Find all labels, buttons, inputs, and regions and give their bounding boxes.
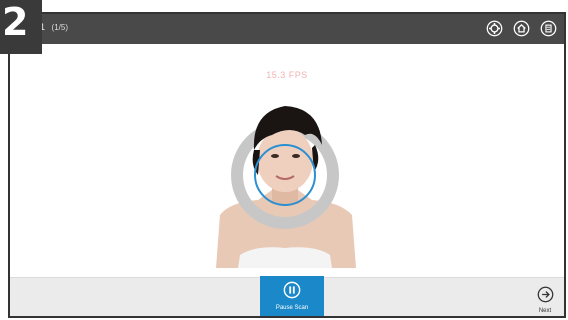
top-bar: 1 (1/5): [10, 14, 564, 44]
arrow-right-icon: [537, 286, 553, 303]
step-indicator: 1 (1/5): [40, 22, 68, 32]
pause-scan-label: Pause Scan: [275, 305, 309, 311]
step-badge: 2: [0, 0, 42, 54]
home-icon[interactable]: [512, 19, 531, 38]
scan-viewport: [210, 90, 360, 280]
scan-preview: [216, 106, 356, 268]
next-button[interactable]: Next: [532, 286, 558, 314]
next-label: Next: [538, 308, 552, 314]
pause-scan-button[interactable]: Pause Scan: [260, 276, 324, 316]
settings-icon[interactable]: [485, 19, 504, 38]
fps-counter: 15.3 FPS: [266, 70, 308, 80]
step-count: (1/5): [51, 23, 68, 32]
scan-face: [257, 128, 313, 192]
app-window: 1 (1/5) 15.3 FPS Pause Scan Next: [8, 12, 566, 318]
scan-garment: [238, 247, 332, 268]
menu-icon[interactable]: [539, 19, 558, 38]
pause-icon: [283, 281, 301, 299]
